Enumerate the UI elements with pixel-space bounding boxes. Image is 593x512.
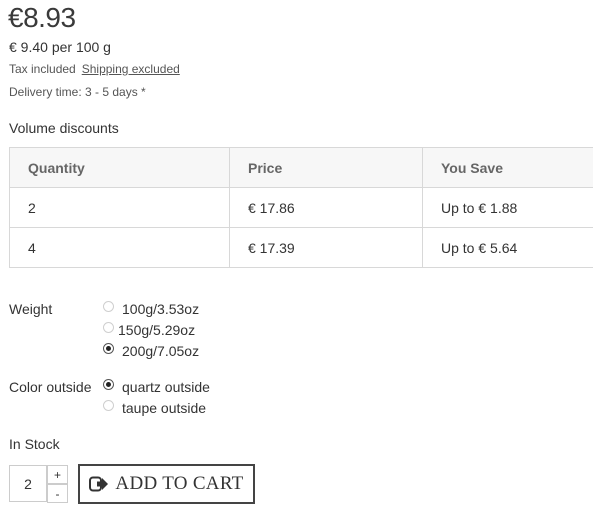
tax-info: Tax included Shipping excluded <box>9 62 180 76</box>
quantity-increase-button[interactable]: + <box>47 465 68 484</box>
weight-radio-100g[interactable] <box>103 301 114 312</box>
weight-option-100g[interactable]: 100g/3.53oz <box>122 301 199 317</box>
unit-price: € 9.40 per 100 g <box>9 39 111 55</box>
volume-discounts-table: Quantity Price You Save 2 € 17.86 Up to … <box>9 147 593 268</box>
cell-you-save: Up to € 5.64 <box>422 227 593 268</box>
add-to-cart-label: ADD TO CART <box>115 473 244 494</box>
color-option-taupe[interactable]: taupe outside <box>122 400 206 416</box>
delivery-time: Delivery time: 3 - 5 days * <box>9 85 146 99</box>
weight-option-150g[interactable]: 150g/5.29oz <box>118 322 195 338</box>
table-row: 4 € 17.39 Up to € 5.64 <box>9 227 593 268</box>
stock-status: In Stock <box>9 436 60 452</box>
quantity-decrease-button[interactable]: - <box>47 484 68 503</box>
tax-included-text: Tax included <box>9 62 76 76</box>
table-row: 2 € 17.86 Up to € 1.88 <box>9 187 593 228</box>
cell-quantity: 2 <box>9 187 230 228</box>
product-price: €8.93 <box>8 2 76 33</box>
weight-option-200g[interactable]: 200g/7.05oz <box>122 343 199 359</box>
cell-price: € 17.39 <box>229 227 423 268</box>
color-radio-quartz[interactable] <box>103 379 114 390</box>
volume-discounts-title: Volume discounts <box>9 120 119 136</box>
weight-radio-200g[interactable] <box>103 343 114 354</box>
color-option-quartz[interactable]: quartz outside <box>122 379 210 395</box>
cell-quantity: 4 <box>9 227 230 268</box>
cell-you-save: Up to € 1.88 <box>422 187 593 228</box>
sign-in-icon <box>89 476 109 492</box>
weight-label: Weight <box>9 301 53 317</box>
table-header-row: Quantity Price You Save <box>9 147 593 188</box>
header-you-save: You Save <box>422 147 593 188</box>
weight-radio-150g[interactable] <box>103 322 114 333</box>
color-outside-label: Color outside <box>9 379 92 395</box>
header-quantity: Quantity <box>9 147 230 188</box>
header-price: Price <box>229 147 423 188</box>
color-radio-taupe[interactable] <box>103 400 114 411</box>
add-to-cart-button[interactable]: ADD TO CART <box>78 464 255 504</box>
cell-price: € 17.86 <box>229 187 423 228</box>
quantity-input[interactable]: 2 <box>9 465 47 502</box>
shipping-link[interactable]: Shipping excluded <box>82 62 180 76</box>
